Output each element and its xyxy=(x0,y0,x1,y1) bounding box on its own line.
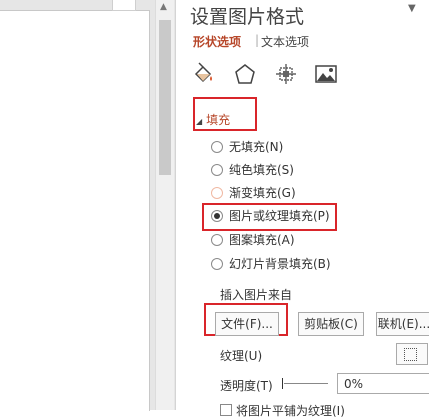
tab-text-options[interactable]: 文本选项 xyxy=(261,33,309,50)
scroll-up-arrow-icon[interactable]: ▲ xyxy=(160,2,167,12)
insert-picture-from-label: 插入图片来自 xyxy=(220,288,293,302)
transparency-input[interactable]: 0% xyxy=(337,373,429,394)
radio-pattern-fill[interactable] xyxy=(211,234,223,246)
vertical-scrollbar[interactable]: ▲ xyxy=(155,0,174,410)
radio-solid-fill[interactable] xyxy=(211,164,223,176)
slide-background-fill-label: 幻灯片背景填充(B) xyxy=(229,257,331,271)
tab-shape-options[interactable]: 形状选项 xyxy=(193,33,241,50)
tile-as-texture-checkbox[interactable] xyxy=(220,404,232,416)
file-button[interactable]: 文件(F)... xyxy=(215,312,279,336)
format-picture-pane: 设置图片格式 ▼ 形状选项 | 文本选项 ◢ 填充 无填充(N) 纯色填充(S) … xyxy=(175,0,429,418)
radio-no-fill[interactable] xyxy=(211,141,223,153)
online-button[interactable]: 联机(E)... xyxy=(376,312,429,336)
radio-gradient-fill[interactable] xyxy=(211,187,223,199)
transparency-slider-handle[interactable] xyxy=(282,378,283,389)
transparency-label: 透明度(T) xyxy=(220,379,273,393)
transparency-slider[interactable] xyxy=(284,383,328,384)
slide-corner-marker xyxy=(112,0,136,11)
radio-slide-background-fill[interactable] xyxy=(211,258,223,270)
slide-canvas[interactable] xyxy=(0,10,150,411)
collapse-triangle-icon: ◢ xyxy=(196,117,203,126)
radio-picture-texture-fill[interactable] xyxy=(211,210,223,222)
no-fill-label: 无填充(N) xyxy=(229,140,284,154)
texture-pattern-icon xyxy=(404,348,417,361)
picture-icon[interactable] xyxy=(314,62,338,86)
pane-options-chevron-icon[interactable]: ▼ xyxy=(408,3,416,14)
texture-label: 纹理(U) xyxy=(220,349,263,363)
texture-picker-button[interactable] xyxy=(396,343,428,365)
picture-texture-fill-label: 图片或纹理填充(P) xyxy=(229,209,330,223)
fill-section-label: 填充 xyxy=(206,113,231,127)
scrollbar-thumb[interactable] xyxy=(159,20,171,175)
clipboard-button[interactable]: 剪贴板(C) xyxy=(298,312,364,336)
gradient-fill-label: 渐变填充(G) xyxy=(229,186,296,200)
fill-section-header[interactable]: ◢ 填充 xyxy=(196,111,230,128)
slide-editing-area: ▲ xyxy=(0,0,175,411)
pane-title: 设置图片格式 xyxy=(190,6,305,28)
tile-as-texture-label: 将图片平铺为纹理(I) xyxy=(236,404,345,418)
effects-pentagon-icon[interactable] xyxy=(233,62,257,86)
tab-separator: | xyxy=(255,33,260,47)
pattern-fill-label: 图案填充(A) xyxy=(229,233,295,247)
solid-fill-label: 纯色填充(S) xyxy=(229,163,294,177)
fill-line-icon[interactable] xyxy=(192,62,216,86)
size-properties-icon[interactable] xyxy=(274,62,298,86)
